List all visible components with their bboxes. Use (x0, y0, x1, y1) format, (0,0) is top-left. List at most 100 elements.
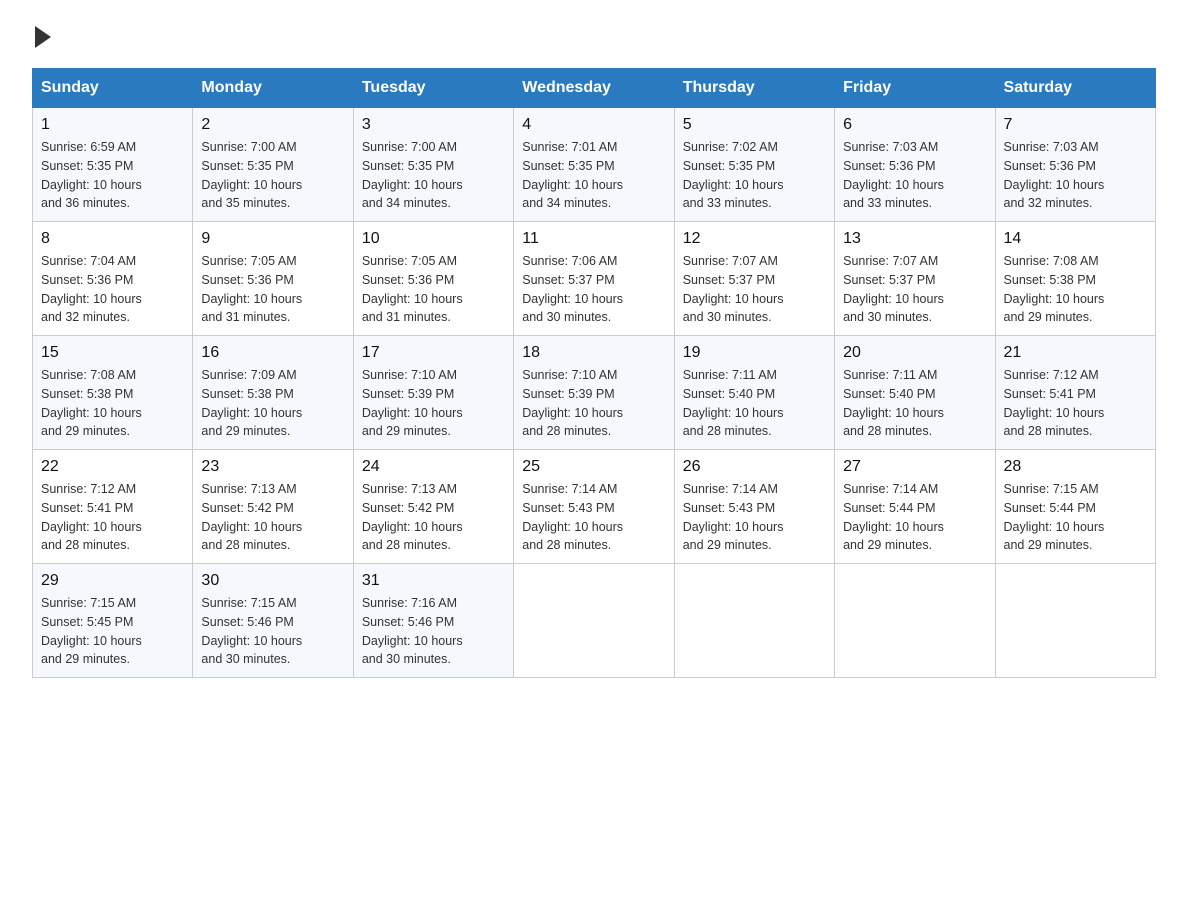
calendar-cell: 2 Sunrise: 7:00 AMSunset: 5:35 PMDaylight… (193, 108, 353, 222)
weekday-header-thursday: Thursday (674, 69, 834, 108)
calendar-cell: 28 Sunrise: 7:15 AMSunset: 5:44 PMDayligh… (995, 450, 1155, 564)
day-info: Sunrise: 7:15 AMSunset: 5:44 PMDaylight:… (1004, 480, 1147, 555)
calendar-cell (835, 564, 995, 678)
day-info: Sunrise: 7:01 AMSunset: 5:35 PMDaylight:… (522, 138, 665, 213)
day-number: 25 (522, 458, 665, 476)
day-number: 9 (201, 230, 344, 248)
day-number: 2 (201, 116, 344, 134)
day-number: 21 (1004, 344, 1147, 362)
calendar-week-row: 8 Sunrise: 7:04 AMSunset: 5:36 PMDaylight… (33, 222, 1156, 336)
calendar-week-row: 15 Sunrise: 7:08 AMSunset: 5:38 PMDayligh… (33, 336, 1156, 450)
weekday-header-tuesday: Tuesday (353, 69, 513, 108)
day-number: 13 (843, 230, 986, 248)
day-info: Sunrise: 7:11 AMSunset: 5:40 PMDaylight:… (843, 366, 986, 441)
calendar-cell: 3Sunrise: 7:00 AMSunset: 5:35 PMDaylight… (353, 108, 513, 222)
day-info: Sunrise: 7:07 AMSunset: 5:37 PMDaylight:… (683, 252, 826, 327)
day-number: 28 (1004, 458, 1147, 476)
day-number: 4 (522, 116, 665, 134)
calendar-cell: 9 Sunrise: 7:05 AMSunset: 5:36 PMDaylight… (193, 222, 353, 336)
day-info: Sunrise: 7:10 AMSunset: 5:39 PMDaylight:… (362, 366, 505, 441)
day-info: Sunrise: 7:00 AMSunset: 5:35 PMDaylight:… (201, 138, 344, 213)
day-number: 7 (1004, 116, 1147, 134)
calendar-cell: 30Sunrise: 7:15 AMSunset: 5:46 PMDayligh… (193, 564, 353, 678)
calendar-cell: 25Sunrise: 7:14 AMSunset: 5:43 PMDayligh… (514, 450, 674, 564)
day-number: 23 (201, 458, 344, 476)
weekday-header-saturday: Saturday (995, 69, 1155, 108)
calendar-cell: 11 Sunrise: 7:06 AMSunset: 5:37 PMDayligh… (514, 222, 674, 336)
calendar-cell: 24Sunrise: 7:13 AMSunset: 5:42 PMDayligh… (353, 450, 513, 564)
day-number: 14 (1004, 230, 1147, 248)
calendar-cell: 16 Sunrise: 7:09 AMSunset: 5:38 PMDayligh… (193, 336, 353, 450)
calendar-cell: 10 Sunrise: 7:05 AMSunset: 5:36 PMDayligh… (353, 222, 513, 336)
calendar-week-row: 1 Sunrise: 6:59 AMSunset: 5:35 PMDaylight… (33, 108, 1156, 222)
calendar-cell: 1 Sunrise: 6:59 AMSunset: 5:35 PMDaylight… (33, 108, 193, 222)
calendar-cell: 6 Sunrise: 7:03 AMSunset: 5:36 PMDaylight… (835, 108, 995, 222)
day-info: Sunrise: 7:07 AMSunset: 5:37 PMDaylight:… (843, 252, 986, 327)
calendar-cell: 21 Sunrise: 7:12 AMSunset: 5:41 PMDayligh… (995, 336, 1155, 450)
day-info: Sunrise: 7:09 AMSunset: 5:38 PMDaylight:… (201, 366, 344, 441)
calendar-cell: 22 Sunrise: 7:12 AMSunset: 5:41 PMDayligh… (33, 450, 193, 564)
weekday-header-row: SundayMondayTuesdayWednesdayThursdayFrid… (33, 69, 1156, 108)
weekday-header-sunday: Sunday (33, 69, 193, 108)
calendar-cell: 23 Sunrise: 7:13 AMSunset: 5:42 PMDayligh… (193, 450, 353, 564)
calendar-cell: 8 Sunrise: 7:04 AMSunset: 5:36 PMDaylight… (33, 222, 193, 336)
day-number: 27 (843, 458, 986, 476)
calendar-cell: 27 Sunrise: 7:14 AMSunset: 5:44 PMDayligh… (835, 450, 995, 564)
day-number: 22 (41, 458, 184, 476)
calendar-cell: 13 Sunrise: 7:07 AMSunset: 5:37 PMDayligh… (835, 222, 995, 336)
calendar-table: SundayMondayTuesdayWednesdayThursdayFrid… (32, 68, 1156, 678)
day-number: 16 (201, 344, 344, 362)
day-info: Sunrise: 7:16 AMSunset: 5:46 PMDaylight:… (362, 594, 505, 669)
day-info: Sunrise: 7:12 AMSunset: 5:41 PMDaylight:… (1004, 366, 1147, 441)
calendar-cell: 14 Sunrise: 7:08 AMSunset: 5:38 PMDayligh… (995, 222, 1155, 336)
day-info: Sunrise: 6:59 AMSunset: 5:35 PMDaylight:… (41, 138, 184, 213)
day-number: 8 (41, 230, 184, 248)
day-number: 5 (683, 116, 826, 134)
weekday-header-monday: Monday (193, 69, 353, 108)
day-number: 11 (522, 230, 665, 248)
day-info: Sunrise: 7:10 AMSunset: 5:39 PMDaylight:… (522, 366, 665, 441)
day-number: 6 (843, 116, 986, 134)
day-info: Sunrise: 7:15 AMSunset: 5:45 PMDaylight:… (41, 594, 184, 669)
calendar-cell: 31 Sunrise: 7:16 AMSunset: 5:46 PMDayligh… (353, 564, 513, 678)
calendar-cell: 7 Sunrise: 7:03 AMSunset: 5:36 PMDaylight… (995, 108, 1155, 222)
day-number: 1 (41, 116, 184, 134)
calendar-cell: 15 Sunrise: 7:08 AMSunset: 5:38 PMDayligh… (33, 336, 193, 450)
day-info: Sunrise: 7:08 AMSunset: 5:38 PMDaylight:… (1004, 252, 1147, 327)
day-info: Sunrise: 7:14 AMSunset: 5:43 PMDaylight:… (683, 480, 826, 555)
day-info: Sunrise: 7:12 AMSunset: 5:41 PMDaylight:… (41, 480, 184, 555)
day-info: Sunrise: 7:14 AMSunset: 5:44 PMDaylight:… (843, 480, 986, 555)
page-header (32, 24, 1156, 48)
day-number: 31 (362, 572, 505, 590)
logo (32, 24, 51, 48)
day-info: Sunrise: 7:13 AMSunset: 5:42 PMDaylight:… (201, 480, 344, 555)
calendar-cell: 26 Sunrise: 7:14 AMSunset: 5:43 PMDayligh… (674, 450, 834, 564)
day-number: 12 (683, 230, 826, 248)
day-info: Sunrise: 7:05 AMSunset: 5:36 PMDaylight:… (201, 252, 344, 327)
day-info: Sunrise: 7:11 AMSunset: 5:40 PMDaylight:… (683, 366, 826, 441)
day-info: Sunrise: 7:13 AMSunset: 5:42 PMDaylight:… (362, 480, 505, 555)
weekday-header-friday: Friday (835, 69, 995, 108)
calendar-cell: 17Sunrise: 7:10 AMSunset: 5:39 PMDayligh… (353, 336, 513, 450)
day-number: 20 (843, 344, 986, 362)
day-number: 19 (683, 344, 826, 362)
day-info: Sunrise: 7:05 AMSunset: 5:36 PMDaylight:… (362, 252, 505, 327)
calendar-week-row: 22 Sunrise: 7:12 AMSunset: 5:41 PMDayligh… (33, 450, 1156, 564)
day-number: 30 (201, 572, 344, 590)
day-info: Sunrise: 7:08 AMSunset: 5:38 PMDaylight:… (41, 366, 184, 441)
day-number: 18 (522, 344, 665, 362)
day-info: Sunrise: 7:03 AMSunset: 5:36 PMDaylight:… (843, 138, 986, 213)
day-number: 26 (683, 458, 826, 476)
calendar-cell: 12 Sunrise: 7:07 AMSunset: 5:37 PMDayligh… (674, 222, 834, 336)
calendar-cell (995, 564, 1155, 678)
calendar-cell (674, 564, 834, 678)
calendar-cell: 20 Sunrise: 7:11 AMSunset: 5:40 PMDayligh… (835, 336, 995, 450)
day-number: 3 (362, 116, 505, 134)
day-number: 15 (41, 344, 184, 362)
day-info: Sunrise: 7:06 AMSunset: 5:37 PMDaylight:… (522, 252, 665, 327)
weekday-header-wednesday: Wednesday (514, 69, 674, 108)
day-info: Sunrise: 7:04 AMSunset: 5:36 PMDaylight:… (41, 252, 184, 327)
day-number: 10 (362, 230, 505, 248)
day-info: Sunrise: 7:03 AMSunset: 5:36 PMDaylight:… (1004, 138, 1147, 213)
day-number: 29 (41, 572, 184, 590)
